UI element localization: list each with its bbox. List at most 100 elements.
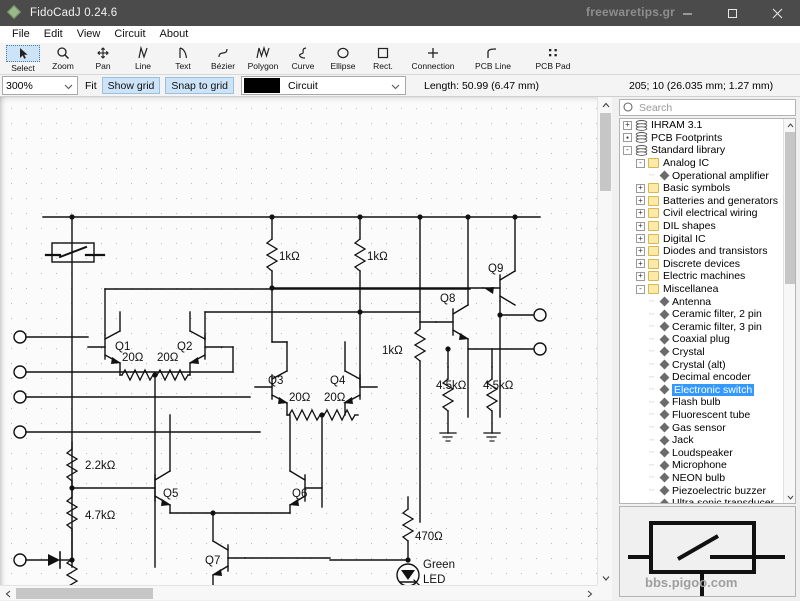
tree-item[interactable]: ┈ Crystal — [620, 346, 785, 359]
tool-connection[interactable]: Connection — [403, 43, 463, 75]
tool-pcb-line[interactable]: PCB Line — [463, 43, 523, 75]
tree-item[interactable]: ● PCB Footprints — [620, 132, 785, 145]
tree-item[interactable]: ┈ Electronic switch — [620, 383, 785, 396]
label-q9: Q9 — [488, 263, 503, 275]
expand-icon[interactable]: + — [636, 196, 645, 206]
tree-item[interactable]: + Discrete devices — [620, 258, 785, 271]
menu-circuit[interactable]: Circuit — [107, 27, 152, 41]
collapse-icon[interactable]: - — [636, 158, 645, 168]
tool-pan[interactable]: Pan — [83, 43, 123, 75]
library-panel: Search + IHRAM 3.1 ● PCB Footprints - Standar… — [615, 97, 800, 600]
tool-pcb-pad[interactable]: PCB Pad — [523, 43, 583, 75]
tool-text[interactable]: Text — [163, 43, 203, 75]
tree-item-label: Ultra sonic transducer — [672, 497, 775, 504]
menu-file[interactable]: File — [5, 27, 37, 41]
menu-about[interactable]: About — [153, 27, 196, 41]
label-resistor-4k5-a: 4.5kΩ — [436, 380, 467, 392]
tool-zoom[interactable]: Zoom — [43, 43, 83, 75]
maximize-button[interactable] — [710, 0, 755, 26]
vertical-scroll-thumb[interactable] — [600, 113, 611, 191]
collapse-icon[interactable]: - — [636, 284, 645, 294]
tree-item[interactable]: + Electric machines — [620, 270, 785, 283]
expand-icon[interactable]: + — [636, 221, 645, 231]
tree-item[interactable]: + IHRAM 3.1 — [620, 119, 785, 132]
expand-icon[interactable]: + — [636, 271, 645, 281]
tree-scroll-down-icon[interactable] — [784, 491, 795, 503]
menu-edit[interactable]: Edit — [37, 27, 70, 41]
tree-item[interactable]: - Miscellanea — [620, 283, 785, 296]
tree-item[interactable]: ┈ Decimal encoder — [620, 371, 785, 384]
tool-polygon[interactable]: Polygon — [243, 43, 283, 75]
tool-curve[interactable]: Curve — [283, 43, 323, 75]
snap-to-grid-toggle[interactable]: Snap to grid — [165, 77, 234, 94]
show-grid-toggle[interactable]: Show grid — [101, 77, 161, 94]
tree-item[interactable]: + Digital IC — [620, 232, 785, 245]
library-search-field[interactable]: Search — [619, 99, 796, 116]
close-button[interactable] — [755, 0, 800, 26]
tool-bezier[interactable]: Bézier — [203, 43, 243, 75]
scroll-right-icon[interactable] — [582, 586, 597, 601]
tree-item[interactable]: ┈ Flash bulb — [620, 396, 785, 409]
tree-item-label: Jack — [672, 434, 694, 447]
tree-item-label: IHRAM 3.1 — [651, 119, 703, 132]
canvas-horizontal-scrollbar[interactable] — [0, 585, 597, 600]
tree-item[interactable]: - Standard library — [620, 144, 785, 157]
tree-item[interactable]: ┈ Microphone — [620, 459, 785, 472]
label-q4: Q4 — [330, 375, 346, 387]
tool-zoom-label: Zoom — [52, 61, 74, 71]
library-tree[interactable]: + IHRAM 3.1 ● PCB Footprints - Standard libra… — [619, 118, 796, 504]
tree-item[interactable]: ┈ Crystal (alt) — [620, 358, 785, 371]
collapse-icon[interactable]: - — [623, 145, 632, 155]
expand-icon[interactable]: + — [636, 183, 645, 193]
layer-combobox[interactable]: Circuit — [241, 76, 406, 95]
scroll-down-icon[interactable] — [598, 570, 613, 585]
horizontal-scroll-thumb[interactable] — [16, 588, 153, 599]
tree-item[interactable]: + Basic symbols — [620, 182, 785, 195]
expand-icon[interactable]: + — [623, 120, 632, 130]
zoom-level-combobox[interactable]: 300% — [2, 76, 78, 95]
tree-scroll-thumb[interactable] — [785, 132, 795, 284]
tool-ellipse[interactable]: Ellipse — [323, 43, 363, 75]
tree-item-label: Crystal — [672, 345, 705, 358]
tree-item[interactable]: + Civil electrical wiring — [620, 207, 785, 220]
tree-item[interactable]: ┈ Coaxial plug — [620, 333, 785, 346]
tree-item[interactable]: ┈ Ceramic filter, 2 pin — [620, 308, 785, 321]
tool-line-label: Line — [134, 61, 152, 71]
expand-icon[interactable]: + — [636, 208, 645, 218]
expand-icon[interactable]: + — [636, 246, 645, 256]
tree-item[interactable]: ┈ NEON bulb — [620, 472, 785, 485]
tool-rectangle[interactable]: Rect. — [363, 43, 403, 75]
expand-icon[interactable]: ● — [623, 133, 632, 143]
expand-icon[interactable]: + — [636, 234, 645, 244]
tree-scroll-up-icon[interactable] — [784, 119, 795, 131]
tree-item[interactable]: ┈ Gas sensor — [620, 421, 785, 434]
tree-item[interactable]: ┈ Loudspeaker — [620, 446, 785, 459]
tree-item[interactable]: ┈ Operational amplifier — [620, 169, 785, 182]
tree-item[interactable]: ┈ Ceramic filter, 3 pin — [620, 321, 785, 334]
fit-label[interactable]: Fit — [85, 80, 97, 92]
tree-item-label: Basic symbols — [663, 182, 731, 195]
symbol-icon — [659, 447, 670, 458]
schematic-canvas[interactable]: 1kΩ 1kΩ 1kΩ Q1 Q2 20Ω 20Ω Q3 Q4 20Ω 20Ω … — [0, 97, 597, 585]
tree-item[interactable]: ┈ Piezoelectric buzzer — [620, 484, 785, 497]
tool-select[interactable]: Select — [3, 43, 43, 75]
tree-item[interactable]: + Batteries and generators — [620, 195, 785, 208]
menu-view[interactable]: View — [70, 27, 108, 41]
minimize-button[interactable] — [665, 0, 710, 26]
tool-text-label: Text — [175, 61, 191, 71]
tree-item[interactable]: ┈ Ultra sonic transducer — [620, 497, 785, 504]
tree-item[interactable]: + DIL shapes — [620, 220, 785, 233]
tree-item[interactable]: ┈ Jack — [620, 434, 785, 447]
tool-pcb-line-label: PCB Line — [475, 61, 511, 71]
label-q6: Q6 — [292, 488, 307, 500]
tree-vertical-scrollbar[interactable] — [783, 119, 795, 503]
tree-item[interactable]: + Diodes and transistors — [620, 245, 785, 258]
tree-item[interactable]: ┈ Fluorescent tube — [620, 409, 785, 422]
tree-item[interactable]: - Analog IC — [620, 157, 785, 170]
scroll-up-icon[interactable] — [598, 97, 613, 112]
tool-line[interactable]: Line — [123, 43, 163, 75]
scroll-left-icon[interactable] — [0, 586, 15, 601]
expand-icon[interactable]: + — [636, 259, 645, 269]
tree-item[interactable]: ┈ Antenna — [620, 295, 785, 308]
canvas-vertical-scrollbar[interactable] — [597, 97, 612, 585]
